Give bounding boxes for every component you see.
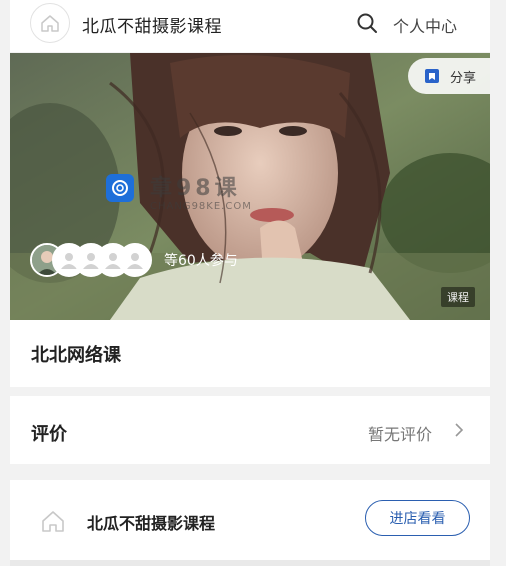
shop-card-name[interactable]: 北瓜不甜摄影课程	[87, 510, 215, 534]
personal-center-link[interactable]: 个人中心	[393, 13, 457, 37]
review-status: 暂无评价	[368, 425, 433, 444]
review-label: 评价	[31, 424, 67, 445]
search-icon[interactable]	[356, 12, 378, 34]
share-label: 分享	[450, 70, 477, 86]
watermark-url: CHANG98KE.COM	[150, 201, 252, 212]
bottom-divider	[10, 560, 490, 566]
course-cover: 分享 章98课 CHANG98KE.COM 等60人参与 课程	[10, 53, 490, 320]
bookmark-icon	[425, 69, 439, 83]
participants-row[interactable]: 等60人参与	[30, 243, 238, 277]
cover-photo	[10, 53, 490, 320]
watermark-logo-icon	[106, 174, 134, 202]
page: 北瓜不甜摄影课程 个人中心 分享 章98课 CHANG98KE.COM 等60人…	[10, 0, 490, 566]
course-title: 北北网络课	[31, 345, 121, 366]
course-title-section: 北北网络课	[10, 320, 490, 387]
review-row[interactable]: 评价 暂无评价	[10, 396, 490, 464]
shop-logo[interactable]	[30, 3, 70, 43]
watermark-title: 章98课	[150, 176, 241, 201]
header-bar: 北瓜不甜摄影课程 个人中心	[10, 0, 490, 52]
default-avatar-icon	[118, 243, 152, 277]
home-icon	[42, 511, 64, 532]
chevron-right-icon	[455, 423, 464, 437]
home-icon	[41, 15, 59, 32]
participants-count: 等60人参与	[164, 253, 238, 269]
share-button[interactable]: 分享	[408, 58, 490, 94]
course-type-badge: 课程	[441, 287, 475, 307]
shop-name[interactable]: 北瓜不甜摄影课程	[82, 12, 222, 37]
enter-shop-button[interactable]: 进店看看	[365, 500, 470, 536]
shop-section: 北瓜不甜摄影课程 进店看看	[10, 480, 490, 560]
